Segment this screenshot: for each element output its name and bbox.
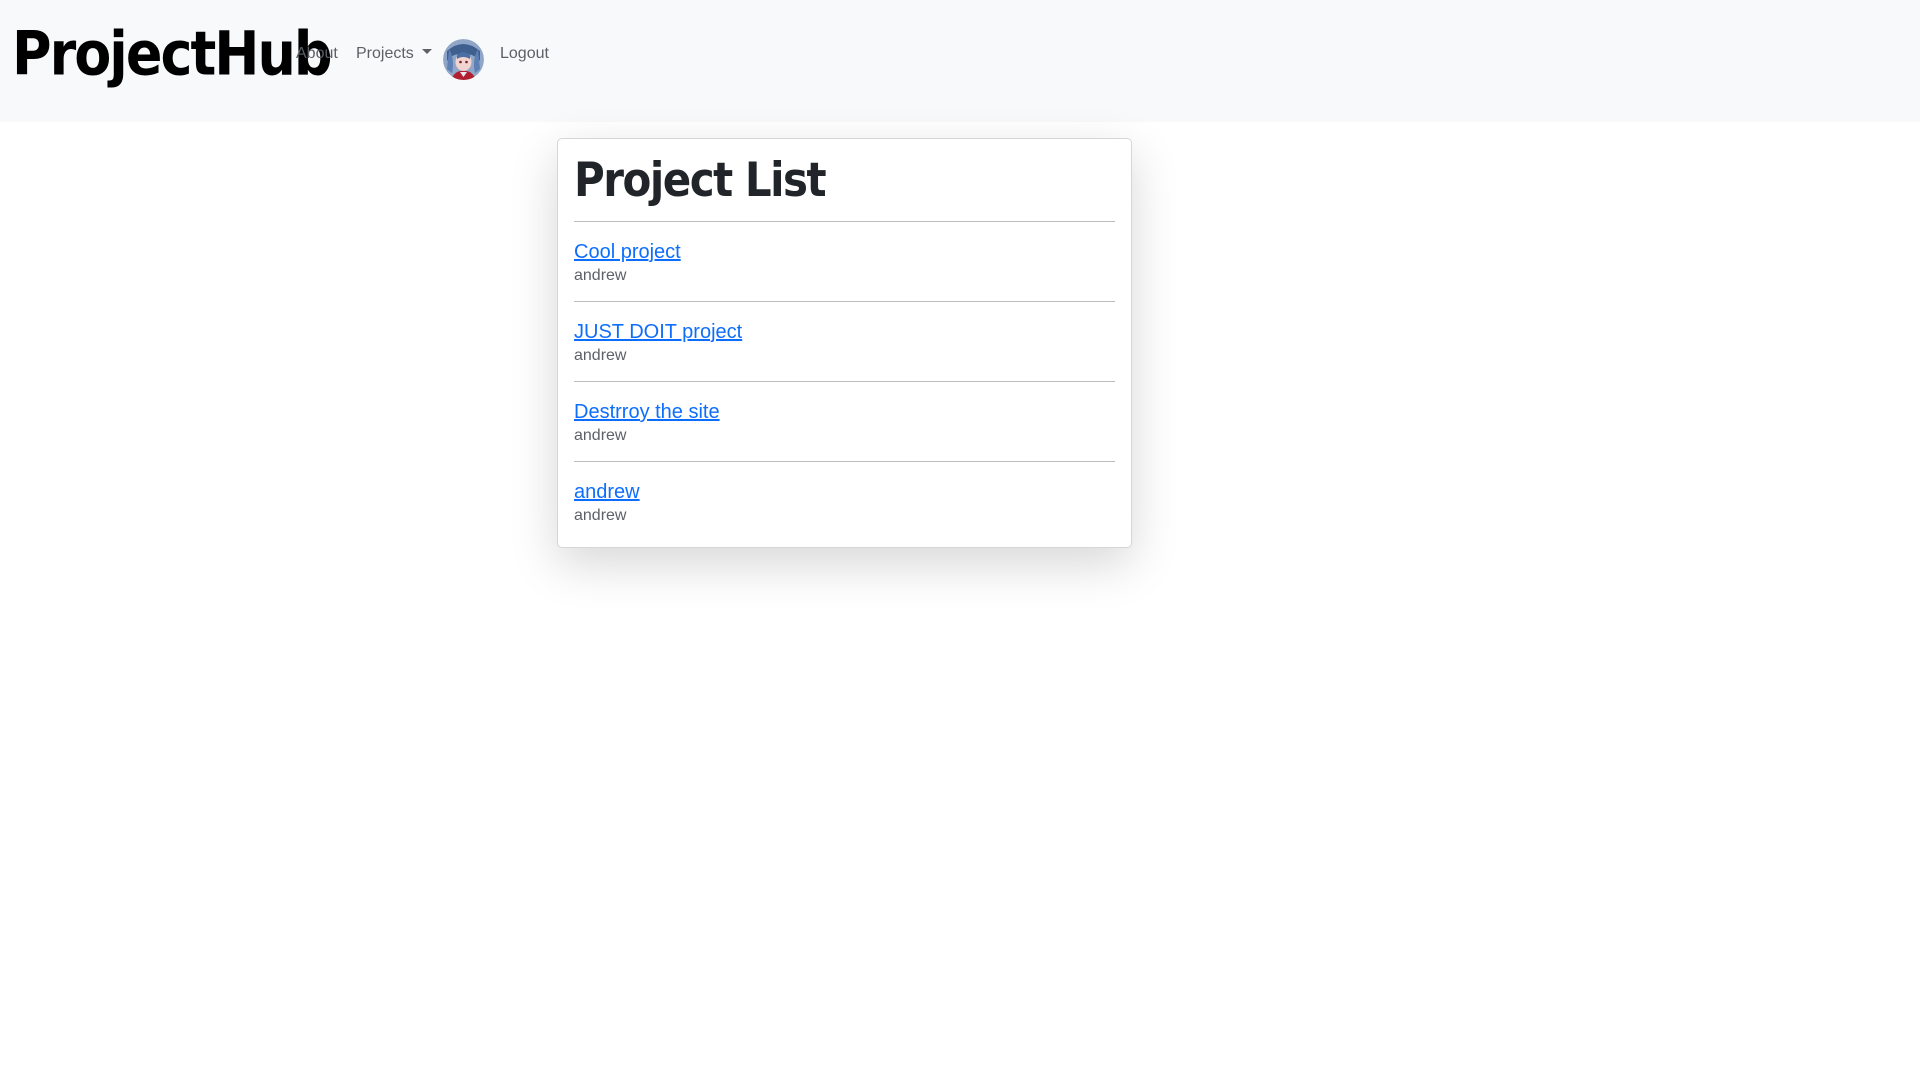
nav-projects-label: Projects bbox=[356, 45, 414, 62]
nav-projects-dropdown[interactable]: Projects bbox=[356, 44, 432, 64]
project-link[interactable]: Cool project bbox=[574, 240, 681, 264]
brand-logo[interactable]: ProjectHub bbox=[12, 23, 333, 84]
list-item: Cool project andrew bbox=[574, 222, 1115, 301]
list-item: JUST DOIT project andrew bbox=[574, 302, 1115, 381]
project-owner: andrew bbox=[574, 267, 627, 284]
list-item: Destrroy the site andrew bbox=[574, 382, 1115, 461]
nav-logout-link[interactable]: Logout bbox=[500, 44, 549, 64]
project-list-card: Project List Cool project andrew JUST DO… bbox=[557, 138, 1132, 548]
project-owner: andrew bbox=[574, 507, 627, 524]
user-avatar[interactable] bbox=[443, 39, 484, 80]
project-owner: andrew bbox=[574, 427, 627, 444]
project-link[interactable]: Destrroy the site bbox=[574, 400, 720, 424]
project-owner: andrew bbox=[574, 347, 627, 364]
nav-about-link[interactable]: About bbox=[296, 44, 338, 64]
caret-down-icon bbox=[421, 49, 432, 55]
page-title: Project List bbox=[574, 152, 827, 208]
project-link[interactable]: JUST DOIT project bbox=[574, 320, 742, 344]
navbar: ProjectHub About Projects Logout bbox=[0, 0, 1920, 122]
list-item: andrew andrew bbox=[574, 462, 1115, 541]
project-link[interactable]: andrew bbox=[574, 480, 640, 504]
avatar-image bbox=[443, 39, 484, 80]
